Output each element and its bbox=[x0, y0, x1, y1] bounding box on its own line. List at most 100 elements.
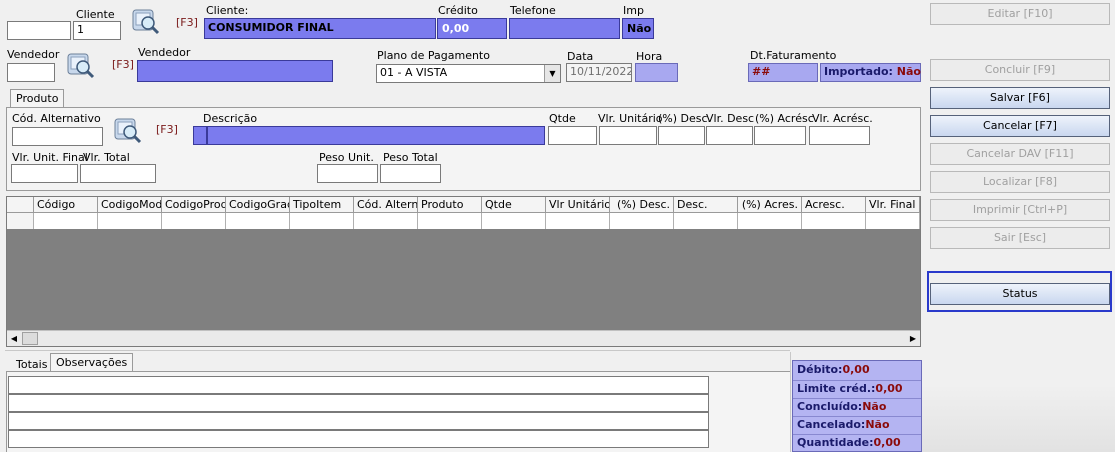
cancelar-button[interactable]: Cancelar [F7] bbox=[930, 115, 1110, 137]
grid-row-indicator[interactable] bbox=[7, 213, 34, 229]
grid-cell[interactable] bbox=[34, 213, 98, 229]
pct-desc-input[interactable] bbox=[658, 126, 705, 145]
cod-alt-input[interactable] bbox=[12, 127, 103, 146]
qtde-input[interactable] bbox=[548, 126, 597, 145]
grid-indicator-header bbox=[7, 197, 34, 213]
grid-cell[interactable] bbox=[418, 213, 482, 229]
vendedor-name-field[interactable] bbox=[137, 60, 333, 82]
sair-button[interactable]: Sair [Esc] bbox=[930, 227, 1110, 249]
grid-header-acresc[interactable]: Acresc. bbox=[802, 197, 866, 213]
grid-cell[interactable] bbox=[610, 213, 674, 229]
cliente-f3-hint: [F3] bbox=[176, 16, 198, 29]
plano-select[interactable]: 01 - A VISTA ▼ bbox=[376, 64, 561, 83]
salvar-button[interactable]: Salvar [F6] bbox=[930, 87, 1110, 109]
grid-header-codigoprodu[interactable]: CodigoProdu bbox=[162, 197, 226, 213]
grid-header-pct-desc[interactable]: (%) Desc. bbox=[610, 197, 674, 213]
grid-header-pct-acres[interactable]: (%) Acres. bbox=[738, 197, 802, 213]
peso-unit-label: Peso Unit. bbox=[319, 151, 374, 164]
limite-label: Limite créd.: bbox=[797, 382, 876, 395]
credito-label: Crédito bbox=[438, 4, 478, 17]
vlr-desc-input[interactable] bbox=[706, 126, 753, 145]
data-field: 10/11/2022 bbox=[566, 63, 632, 82]
observacao-line[interactable] bbox=[8, 412, 709, 430]
grid-header-vlr-final[interactable]: Vlr. Final bbox=[866, 197, 920, 213]
status-button[interactable]: Status bbox=[930, 283, 1110, 305]
editar-button[interactable]: Editar [F10] bbox=[930, 3, 1110, 25]
peso-total-label: Peso Total bbox=[383, 151, 438, 164]
quantidade-value: 0,00 bbox=[873, 436, 901, 449]
search-vendedor-icon[interactable] bbox=[62, 50, 96, 80]
importado-box: Importado: Não bbox=[820, 63, 921, 82]
grid-cell[interactable] bbox=[162, 213, 226, 229]
tab-produto[interactable]: Produto bbox=[10, 89, 65, 108]
grid-cell[interactable] bbox=[802, 213, 866, 229]
grid-cell[interactable] bbox=[98, 213, 162, 229]
grid-cell[interactable] bbox=[482, 213, 546, 229]
concluir-button[interactable]: Concluir [F9] bbox=[930, 59, 1110, 81]
grid-header-vlr-unitario[interactable]: Vlr Unitário bbox=[546, 197, 610, 213]
search-produto-icon[interactable] bbox=[109, 115, 143, 145]
importado-label: Importado: bbox=[824, 65, 893, 78]
search-cliente-icon[interactable] bbox=[127, 6, 161, 36]
grid-header-tipoitem[interactable]: TipoItem bbox=[290, 197, 354, 213]
grid-cell[interactable] bbox=[674, 213, 738, 229]
grid-cell[interactable] bbox=[546, 213, 610, 229]
vlr-unit-input[interactable] bbox=[599, 126, 657, 145]
grid-header-produto[interactable]: Produto bbox=[418, 197, 482, 213]
quantidade-label: Quantidade: bbox=[797, 436, 874, 449]
pct-acresc-label: (%) Acrésc bbox=[755, 112, 814, 125]
pct-acresc-input[interactable] bbox=[754, 126, 806, 145]
vlr-desc-label: Vlr. Desc bbox=[706, 112, 755, 125]
vlr-total-input[interactable] bbox=[80, 164, 156, 183]
grid-cell[interactable] bbox=[738, 213, 802, 229]
grid-header-desc[interactable]: Desc. bbox=[674, 197, 738, 213]
observacao-line[interactable] bbox=[8, 394, 709, 412]
observacao-line[interactable] bbox=[8, 376, 709, 394]
scroll-thumb[interactable] bbox=[22, 332, 38, 345]
scroll-right-icon[interactable]: ▶ bbox=[906, 331, 920, 346]
cancelar-dav-button[interactable]: Cancelar DAV [F11] bbox=[930, 143, 1110, 165]
concluido-line: Concluído:Não bbox=[793, 398, 921, 415]
tab-observacoes[interactable]: Observações bbox=[50, 353, 134, 372]
cancelado-label: Cancelado: bbox=[797, 418, 866, 431]
imp-field: Não bbox=[622, 18, 654, 39]
grid-cell[interactable] bbox=[226, 213, 290, 229]
data-label: Data bbox=[567, 50, 594, 63]
grid-cell[interactable] bbox=[354, 213, 418, 229]
cancelado-value: Não bbox=[865, 418, 890, 431]
grid-header-cod-alternat[interactable]: Cód. Alternat bbox=[354, 197, 418, 213]
grid-header-codigograde[interactable]: CodigoGrade bbox=[226, 197, 290, 213]
descricao-prefix bbox=[193, 126, 207, 145]
grid-header-qtde[interactable]: Qtde bbox=[482, 197, 546, 213]
divider bbox=[790, 352, 791, 452]
chevron-down-icon[interactable]: ▼ bbox=[544, 65, 560, 82]
cliente-name-field[interactable]: CONSUMIDOR FINAL bbox=[204, 18, 436, 39]
imprimir-button[interactable]: Imprimir [Ctrl+P] bbox=[930, 199, 1110, 221]
produto-f3-hint: [F3] bbox=[156, 123, 178, 136]
scroll-left-icon[interactable]: ◀ bbox=[7, 331, 21, 346]
grid-horizontal-scrollbar[interactable]: ◀ ▶ bbox=[7, 330, 920, 346]
descricao-field[interactable] bbox=[207, 126, 545, 145]
imp-label: Imp bbox=[623, 4, 644, 17]
grid-cell[interactable] bbox=[290, 213, 354, 229]
cliente-number-input[interactable]: 1 bbox=[73, 21, 121, 40]
concluido-label: Concluído: bbox=[797, 400, 863, 413]
telefone-field[interactable] bbox=[509, 18, 620, 39]
localizar-button[interactable]: Localizar [F8] bbox=[930, 171, 1110, 193]
credito-field: 0,00 bbox=[437, 18, 507, 39]
tab-totais[interactable]: Totais bbox=[16, 358, 47, 371]
vlr-unit-final-input[interactable] bbox=[11, 164, 78, 183]
debito-value: 0,00 bbox=[842, 363, 870, 376]
peso-total-input[interactable] bbox=[380, 164, 441, 183]
grid-header-codigo[interactable]: Código bbox=[34, 197, 98, 213]
vendedor-code-input[interactable] bbox=[7, 63, 55, 82]
observacao-line[interactable] bbox=[8, 430, 709, 448]
cliente-name-label: Cliente: bbox=[206, 4, 249, 17]
peso-unit-input[interactable] bbox=[317, 164, 378, 183]
grid-header-codigomodel[interactable]: CodigoModel bbox=[98, 197, 162, 213]
cliente-code-input[interactable] bbox=[7, 21, 71, 40]
vlr-acresc-input[interactable] bbox=[809, 126, 870, 145]
vendedor-label: Vendedor bbox=[7, 48, 60, 61]
vlr-acresc-label: Vlr. Acrésc. bbox=[812, 112, 873, 125]
grid-cell[interactable] bbox=[866, 213, 920, 229]
